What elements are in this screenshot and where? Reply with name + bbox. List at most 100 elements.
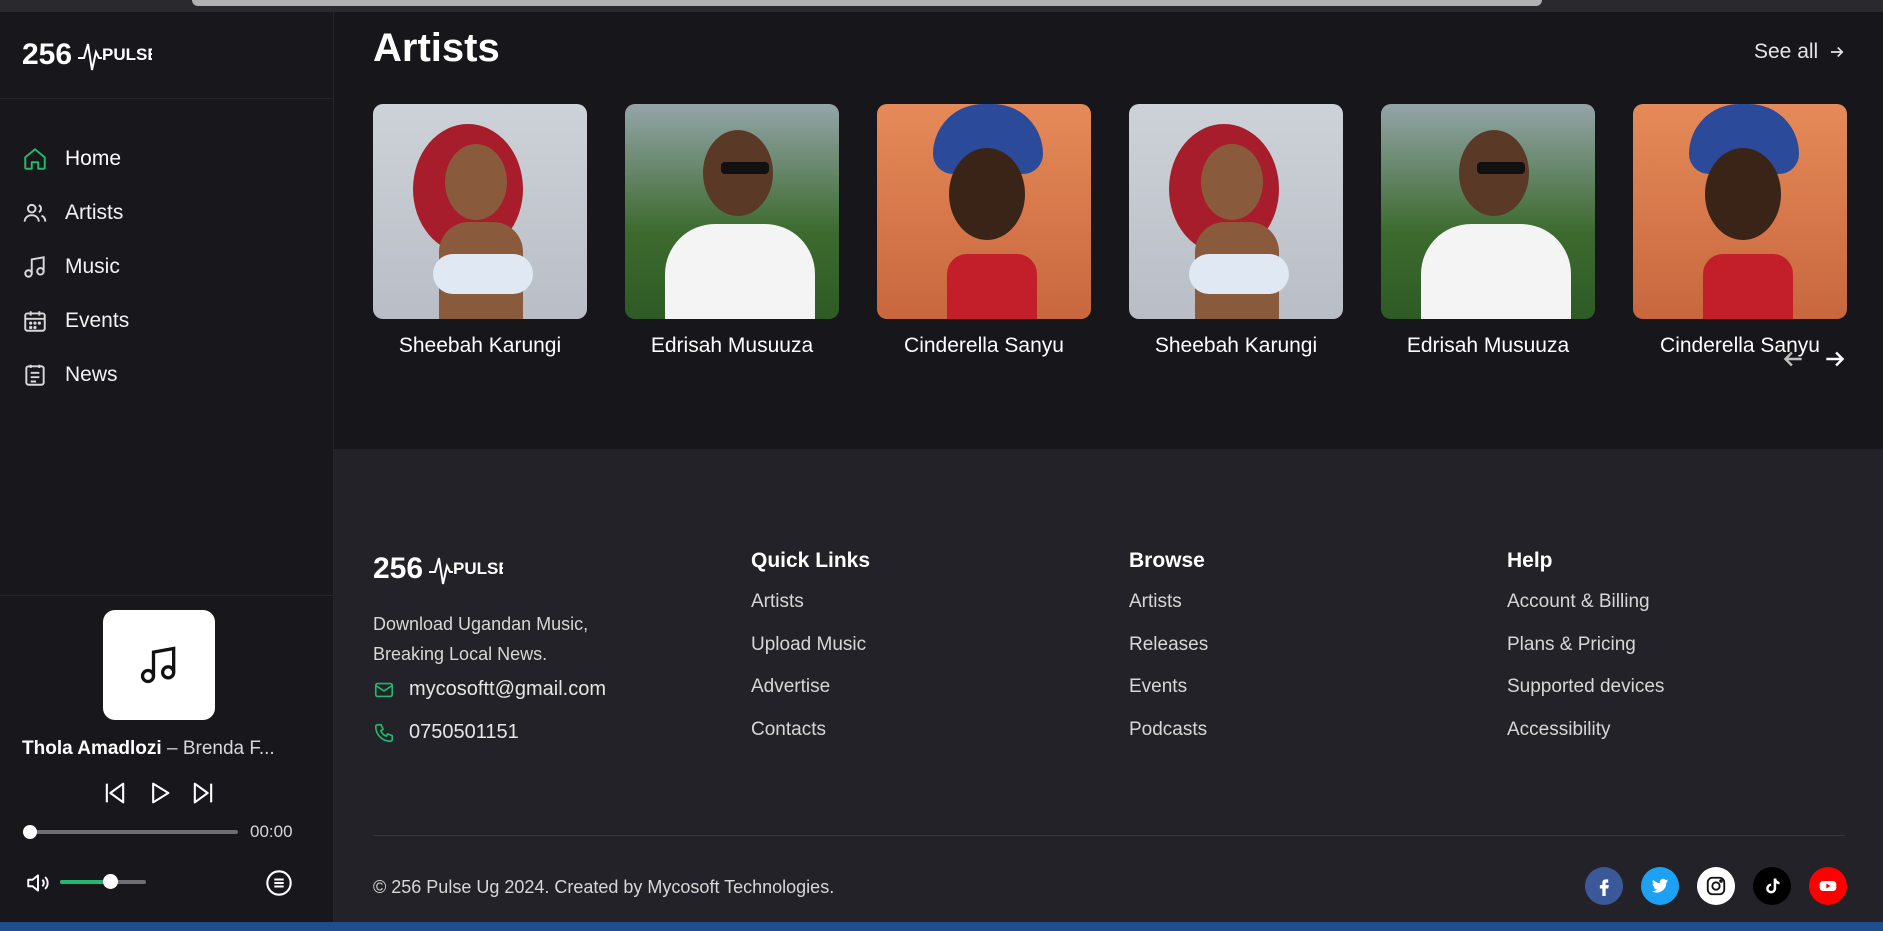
artist-card[interactable]: Edrisah Musuuza (1381, 104, 1595, 358)
footer-link[interactable]: Supported devices (1507, 676, 1664, 719)
arrow-right-icon (1826, 351, 1845, 367)
facebook-button[interactable] (1585, 867, 1623, 905)
browser-scrollbar[interactable] (0, 0, 1883, 12)
progress-slider[interactable] (23, 825, 238, 839)
footer-link[interactable]: Accessibility (1507, 719, 1664, 762)
calendar-icon (24, 311, 46, 332)
news-icon (25, 364, 45, 386)
see-all-link[interactable]: See all (1754, 40, 1846, 64)
footer-link[interactable]: Events (1129, 676, 1208, 719)
album-cover[interactable] (103, 610, 215, 720)
copyright: © 256 Pulse Ug 2024. Created by Mycosoft… (373, 877, 835, 897)
footer-col-browse: Browse Artists Releases Events Podcasts (1129, 549, 1208, 761)
footer-link[interactable]: Artists (751, 591, 870, 634)
footer-link[interactable]: Podcasts (1129, 719, 1208, 762)
artist-name: Sheebah Karungi (398, 334, 562, 357)
sidebar-item-label: Artists (65, 201, 124, 224)
instagram-icon (1706, 876, 1726, 896)
artist-card[interactable]: Sheebah Karungi (1129, 104, 1343, 358)
next-button[interactable] (188, 778, 218, 808)
artist-photo (373, 104, 587, 319)
twitter-button[interactable] (1641, 867, 1679, 905)
taskbar-strip (0, 922, 1883, 931)
users-icon (23, 203, 47, 222)
divider (0, 98, 334, 99)
instagram-button[interactable] (1697, 867, 1735, 905)
footer-link[interactable]: Plans & Pricing (1507, 634, 1664, 677)
footer-col-quick-links: Quick Links Artists Upload Music Adverti… (751, 549, 870, 761)
play-icon (152, 782, 170, 804)
youtube-button[interactable] (1809, 867, 1847, 905)
main-content: Artists See all Sheebah Karungi Edrisah … (334, 12, 1883, 922)
artist-card[interactable]: Sheebah Karungi (373, 104, 587, 358)
footer-divider (373, 835, 1845, 836)
sidebar-item-events[interactable]: Events (22, 294, 129, 348)
footer-tagline: Download Ugandan Music, Breaking Local N… (373, 609, 633, 669)
tagline-line: Breaking Local News. (373, 644, 548, 664)
footer-link[interactable]: Contacts (751, 719, 870, 762)
previous-button[interactable] (100, 778, 130, 808)
social-links (1585, 867, 1847, 905)
email-contact[interactable]: mycosoftt@gmail.com (373, 678, 606, 701)
footer-col-help: Help Account & Billing Plans & Pricing S… (1507, 549, 1664, 761)
carousel-arrows (1780, 346, 1850, 374)
track-separator: – (161, 738, 183, 759)
scrollbar-thumb[interactable] (192, 0, 1542, 6)
sidebar-item-artists[interactable]: Artists (22, 186, 129, 240)
section-title: Artists (373, 26, 500, 70)
artist-name: Edrisah Musuuza (1406, 334, 1570, 357)
tiktok-icon (1766, 878, 1780, 894)
arrow-right-icon (1831, 46, 1844, 58)
artist-photo (1381, 104, 1595, 319)
phone-contact[interactable]: 0750501151 (373, 721, 519, 744)
artist-photo (1129, 104, 1343, 319)
sidebar-item-label: News (65, 363, 118, 386)
sidebar-item-music[interactable]: Music (22, 240, 129, 294)
artist-name: Sheebah Karungi (1154, 334, 1318, 357)
footer-link[interactable]: Advertise (751, 676, 870, 719)
sidebar-item-label: Events (65, 309, 130, 332)
sidebar-nav: Home Artists Music Events News (22, 132, 129, 402)
tagline-line: Download Ugandan Music, (373, 614, 589, 634)
footer-link[interactable]: Account & Billing (1507, 591, 1664, 634)
sidebar-item-home[interactable]: Home (22, 132, 129, 186)
artist-card[interactable]: Cinderella Sanyu (1633, 104, 1847, 358)
volume-knob[interactable] (103, 874, 118, 889)
carousel-next-button[interactable] (1822, 346, 1850, 374)
artist-photo (877, 104, 1091, 319)
artist-card[interactable]: Cinderella Sanyu (877, 104, 1091, 358)
music-icon (24, 256, 45, 278)
footer-link[interactable]: Artists (1129, 591, 1208, 634)
track-artist: Brenda F... (182, 738, 275, 759)
mail-icon (374, 682, 394, 697)
skip-back-icon (105, 782, 125, 804)
footer-link[interactable]: Releases (1129, 634, 1208, 677)
arrow-left-icon (1783, 351, 1802, 367)
footer-link[interactable]: Upload Music (751, 634, 870, 677)
sidebar-item-label: Home (65, 147, 122, 170)
home-icon (24, 148, 46, 170)
svg-text:256: 256 (22, 38, 72, 71)
svg-text:PULSE: PULSE (453, 559, 503, 578)
svg-text:PULSE: PULSE (102, 45, 152, 64)
phone-text: 0750501151 (409, 721, 519, 743)
queue-icon[interactable] (265, 869, 293, 897)
phone-icon (374, 723, 394, 742)
see-all-label: See all (1754, 40, 1819, 63)
volume-icon[interactable] (24, 870, 52, 896)
youtube-icon (1819, 881, 1837, 891)
play-button[interactable] (144, 778, 174, 808)
progress-knob[interactable] (23, 825, 37, 839)
elapsed-time: 00:00 (250, 822, 293, 841)
volume-slider[interactable] (60, 874, 146, 889)
carousel-prev-button[interactable] (1780, 346, 1808, 374)
facebook-icon (1599, 879, 1609, 896)
tiktok-button[interactable] (1753, 867, 1791, 905)
footer-logo[interactable]: 256 PULSE (373, 546, 503, 588)
track-title: Thola Amadlozi (22, 738, 162, 759)
player-controls (100, 778, 218, 808)
artist-card[interactable]: Edrisah Musuuza (625, 104, 839, 358)
sidebar-item-news[interactable]: News (22, 348, 129, 402)
footer-col-title: Quick Links (751, 549, 871, 572)
logo[interactable]: 256 PULSE (22, 32, 152, 74)
